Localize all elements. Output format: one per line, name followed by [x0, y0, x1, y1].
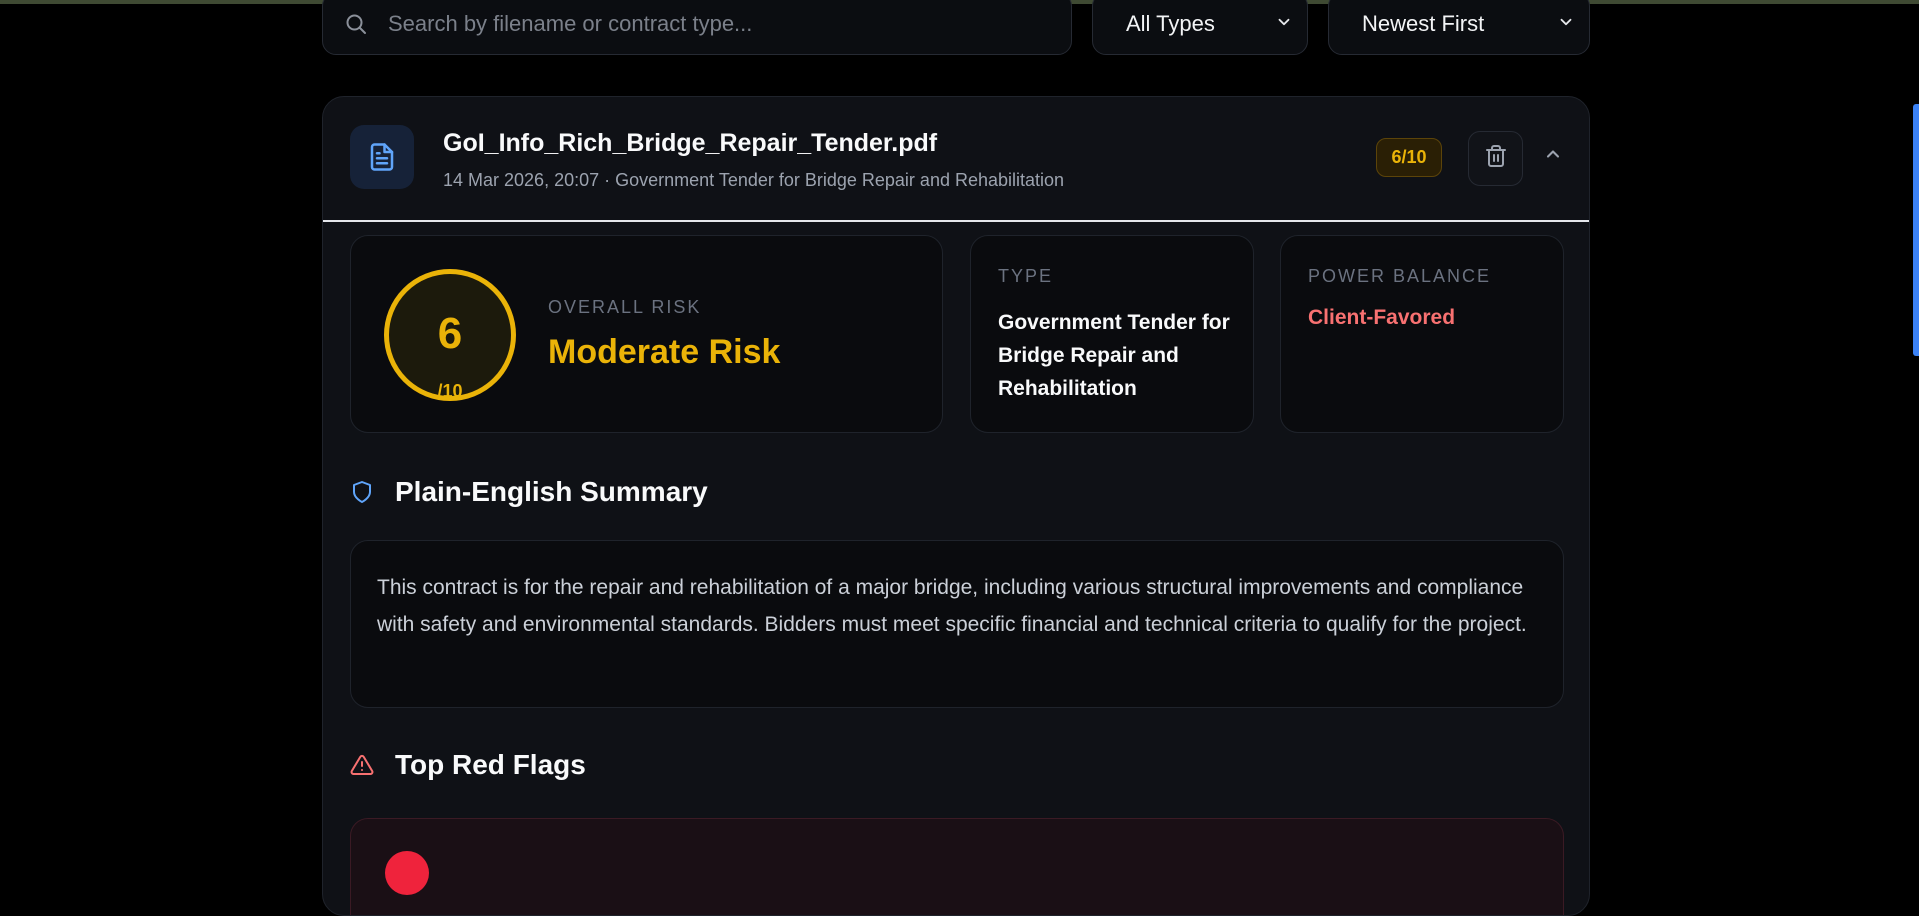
- risk-score-out-of: /10: [437, 381, 463, 401]
- warning-triangle-icon: [350, 753, 374, 777]
- sort-value: Newest First: [1362, 10, 1485, 36]
- type-filter-value: All Types: [1126, 10, 1215, 36]
- header-divider: [323, 220, 1589, 222]
- summary-text: This contract is for the repair and reha…: [350, 540, 1564, 708]
- overall-risk-tile: 6 /10 OVERALL RISK Moderate Risk: [350, 235, 943, 433]
- overall-risk-level: Moderate Risk: [548, 333, 781, 371]
- file-meta: 14 Mar 2026, 20:07 · Government Tender f…: [443, 170, 1065, 190]
- overall-risk-label: OVERALL RISK: [548, 297, 702, 317]
- delete-button[interactable]: [1468, 131, 1523, 186]
- card-header[interactable]: GoI_Info_Rich_Bridge_Repair_Tender.pdf 1…: [323, 97, 1589, 221]
- chevron-down-icon: [1275, 11, 1293, 37]
- red-flags-title: Top Red Flags: [395, 749, 586, 780]
- risk-score-value: 6: [437, 309, 463, 358]
- sort-select[interactable]: Newest First: [1328, 0, 1590, 55]
- search-icon: [344, 12, 368, 36]
- red-flag-item[interactable]: [350, 818, 1564, 915]
- summary-title: Plain-English Summary: [395, 476, 708, 507]
- chevron-down-icon: [1557, 11, 1575, 37]
- power-balance-label: POWER BALANCE: [1308, 266, 1492, 286]
- scrollbar-thumb[interactable]: [1913, 104, 1919, 356]
- search-input[interactable]: [388, 10, 1071, 37]
- summary-section-heading: Plain-English Summary: [350, 476, 708, 508]
- red-flag-number-badge: [385, 851, 429, 895]
- contract-analysis-card: GoI_Info_Rich_Bridge_Repair_Tender.pdf 1…: [322, 96, 1590, 916]
- type-filter-select[interactable]: All Types: [1092, 0, 1308, 55]
- file-text-icon: [350, 125, 414, 189]
- risk-score-badge: 6/10: [1376, 138, 1442, 177]
- power-balance-tile: POWER BALANCE Client-Favored: [1280, 235, 1564, 433]
- contract-type-tile: TYPE Government Tender for Bridge Repair…: [970, 235, 1254, 433]
- chevron-up-icon: [1543, 144, 1563, 169]
- file-name: GoI_Info_Rich_Bridge_Repair_Tender.pdf: [443, 129, 938, 157]
- search-bar[interactable]: [322, 0, 1072, 55]
- risk-score-ring: 6 /10: [384, 269, 516, 401]
- contract-type-value: Government Tender for Bridge Repair and …: [998, 311, 1230, 400]
- shield-icon: [350, 480, 374, 504]
- trash-icon: [1484, 144, 1508, 173]
- power-balance-value: Client-Favored: [1308, 306, 1456, 329]
- contract-type-label: TYPE: [998, 266, 1054, 286]
- red-flags-section-heading: Top Red Flags: [350, 749, 586, 781]
- collapse-button[interactable]: [1538, 141, 1568, 171]
